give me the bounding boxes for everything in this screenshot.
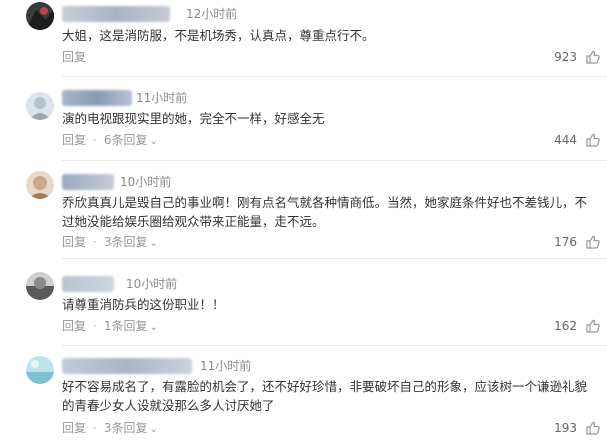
divider [62, 160, 607, 161]
like-count: 162 [554, 319, 577, 333]
comment-timestamp: 12小时前 [186, 7, 238, 21]
avatar[interactable] [26, 272, 54, 300]
avatar[interactable] [26, 2, 54, 30]
username-link[interactable]: 京哥哥花 [62, 174, 114, 190]
comment-feed: 大漠孤烟直长河落日圆 12小时前大姐，这是消防服，不是机场秀，认真点，尊重点行不。… [0, 0, 607, 440]
separator-dot: · [93, 235, 97, 249]
like-count: 176 [554, 235, 577, 249]
username-link[interactable]: 梦醒的口罩 [62, 90, 132, 106]
comment-text: 过她没能给娱乐圈给观众带来正能量，走不远。 [62, 214, 325, 229]
reply-count-label: 3条回复 [103, 235, 148, 249]
separator-dot: · [93, 133, 97, 147]
comment-actions: 回复 [62, 49, 86, 65]
reply-count-label: 3条回复 [103, 421, 148, 435]
comment-text: 演的电视跟现实里的她，完全不一样，好感全无 [62, 111, 325, 126]
reply-count-label: 6条回复 [103, 133, 148, 147]
divider [62, 258, 607, 259]
divider [62, 76, 607, 77]
comment-text: 的青春少女人设就没那么多人讨厌她了 [62, 398, 275, 413]
chevron-down-icon: ⌄ [149, 136, 158, 147]
reply-button[interactable]: 回复 [62, 319, 86, 333]
thumbs-up-icon[interactable] [585, 318, 601, 334]
reply-count-label: 1条回复 [103, 319, 148, 333]
comment-actions: 回复 · 3条回复 ⌄ [62, 420, 158, 436]
chevron-down-icon: ⌄ [149, 322, 158, 333]
view-replies-link[interactable]: 3条回复 ⌄ [104, 421, 158, 435]
avatar[interactable] [26, 356, 54, 384]
username-link[interactable]: 大漠孤烟直长河落日圆 [62, 6, 170, 22]
thumbs-up-icon[interactable] [585, 420, 601, 436]
avatar[interactable] [26, 171, 54, 199]
like-count: 444 [554, 133, 577, 147]
view-replies-link[interactable]: 3条回复 ⌄ [104, 235, 158, 249]
chevron-down-icon: ⌄ [149, 238, 158, 249]
view-replies-link[interactable]: 6条回复 ⌄ [104, 133, 158, 147]
comment-timestamp: 11小时前 [200, 359, 252, 373]
separator-dot: · [93, 319, 97, 333]
like-count: 193 [554, 421, 577, 435]
divider [62, 345, 607, 346]
reply-button[interactable]: 回复 [62, 421, 86, 435]
username-link[interactable]: 阳光明媚的小日子 [62, 358, 192, 374]
view-replies-link[interactable]: 1条回复 ⌄ [104, 319, 158, 333]
thumbs-up-icon[interactable] [585, 234, 601, 250]
comment-timestamp: 10小时前 [126, 277, 178, 291]
separator-dot: · [93, 421, 97, 435]
thumbs-up-icon[interactable] [585, 49, 601, 65]
comment-timestamp: 10小时前 [120, 175, 172, 189]
reply-button[interactable]: 回复 [62, 235, 86, 249]
reply-button[interactable]: 回复 [62, 50, 86, 64]
chevron-down-icon: ⌄ [149, 424, 158, 435]
comment-text: 请尊重消防兵的这份职业！！ [62, 297, 225, 312]
comment-text: 乔欣真真儿是毁自己的事业啊！刚有点名气就各种情商低。当然，她家庭条件好也不差钱儿… [62, 195, 588, 210]
comment-text: 大姐，这是消防服，不是机场秀，认真点，尊重点行不。 [62, 28, 375, 43]
avatar[interactable] [26, 92, 54, 120]
like-count: 923 [554, 50, 577, 64]
comment-text: 好不容易成名了，有露脸的机会了，还不好好珍惜，非要破坏自己的形象，应该树一个谦逊… [62, 379, 588, 394]
comment-timestamp: 11小时前 [136, 91, 188, 105]
username-link[interactable]: 清晨的风晚 [62, 276, 114, 292]
comment-actions: 回复 · 1条回复 ⌄ [62, 318, 158, 334]
comment-actions: 回复 · 6条回复 ⌄ [62, 132, 158, 148]
comment-actions: 回复 · 3条回复 ⌄ [62, 234, 158, 250]
thumbs-up-icon[interactable] [585, 132, 601, 148]
reply-button[interactable]: 回复 [62, 133, 86, 147]
